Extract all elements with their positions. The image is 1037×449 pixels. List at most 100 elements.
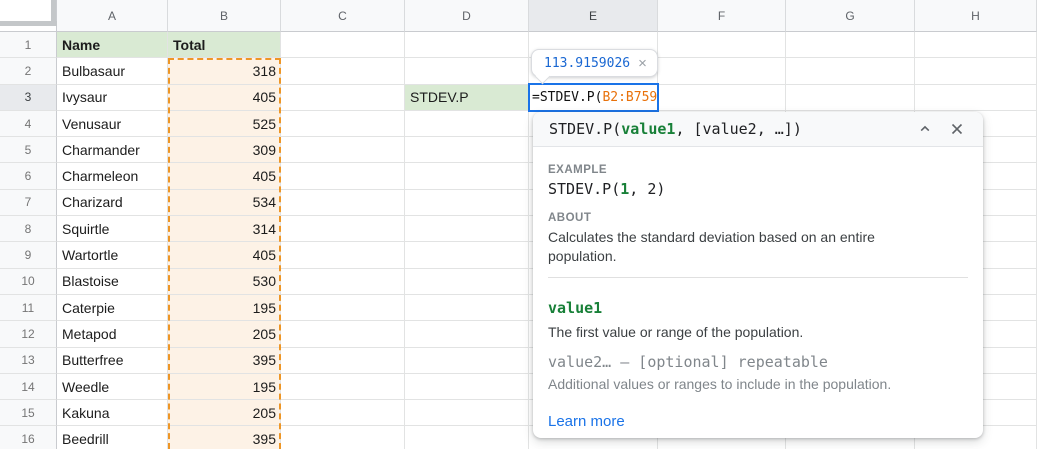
cell-D2[interactable] bbox=[405, 58, 529, 84]
cell-F3[interactable] bbox=[658, 85, 786, 111]
cell-G1[interactable] bbox=[786, 32, 915, 58]
cell-B10[interactable]: 530 bbox=[168, 269, 281, 295]
column-header-C[interactable]: C bbox=[281, 0, 405, 32]
cell-B15[interactable]: 205 bbox=[168, 400, 281, 426]
row-header-10[interactable]: 10 bbox=[0, 269, 57, 295]
cell-D14[interactable] bbox=[405, 374, 529, 400]
cell-A9[interactable]: Wartortle bbox=[57, 242, 168, 268]
cell-H2[interactable] bbox=[915, 58, 1037, 84]
select-all-corner[interactable] bbox=[0, 0, 57, 32]
cell-A16[interactable]: Beedrill bbox=[57, 426, 168, 449]
row-header-2[interactable]: 2 bbox=[0, 58, 57, 84]
cell-C14[interactable] bbox=[281, 374, 405, 400]
cell-G2[interactable] bbox=[786, 58, 915, 84]
cell-B14[interactable]: 195 bbox=[168, 374, 281, 400]
collapse-button[interactable] bbox=[913, 117, 937, 141]
cell-D7[interactable] bbox=[405, 190, 529, 216]
cell-B16[interactable]: 395 bbox=[168, 426, 281, 449]
cell-D11[interactable] bbox=[405, 295, 529, 321]
cell-A5[interactable]: Charmander bbox=[57, 137, 168, 163]
column-header-G[interactable]: G bbox=[786, 0, 915, 32]
cell-A6[interactable]: Charmeleon bbox=[57, 163, 168, 189]
cell-B13[interactable]: 395 bbox=[168, 348, 281, 374]
cell-F1[interactable] bbox=[658, 32, 786, 58]
cell-A12[interactable]: Metapod bbox=[57, 321, 168, 347]
cell-D4[interactable] bbox=[405, 111, 529, 137]
row-header-11[interactable]: 11 bbox=[0, 295, 57, 321]
cell-D9[interactable] bbox=[405, 242, 529, 268]
cell-C12[interactable] bbox=[281, 321, 405, 347]
cell-C8[interactable] bbox=[281, 216, 405, 242]
learn-more-link[interactable]: Learn more bbox=[548, 413, 625, 430]
cell-B6[interactable]: 405 bbox=[168, 163, 281, 189]
cell-A2[interactable]: Bulbasaur bbox=[57, 58, 168, 84]
row-header-12[interactable]: 12 bbox=[0, 321, 57, 347]
cell-B4[interactable]: 525 bbox=[168, 111, 281, 137]
row-header-15[interactable]: 15 bbox=[0, 400, 57, 426]
cell-B12[interactable]: 205 bbox=[168, 321, 281, 347]
row-header-1[interactable]: 1 bbox=[0, 32, 57, 58]
row-header-4[interactable]: 4 bbox=[0, 111, 57, 137]
row-header-16[interactable]: 16 bbox=[0, 426, 57, 449]
cell-A13[interactable]: Butterfree bbox=[57, 348, 168, 374]
cell-D13[interactable] bbox=[405, 348, 529, 374]
cell-C9[interactable] bbox=[281, 242, 405, 268]
row-header-13[interactable]: 13 bbox=[0, 348, 57, 374]
cell-G3[interactable] bbox=[786, 85, 915, 111]
cell-A14[interactable]: Weedle bbox=[57, 374, 168, 400]
cell-D3[interactable]: STDEV.P bbox=[405, 85, 529, 111]
row-header-7[interactable]: 7 bbox=[0, 190, 57, 216]
cell-C5[interactable] bbox=[281, 137, 405, 163]
column-header-E[interactable]: E bbox=[529, 0, 658, 32]
column-header-D[interactable]: D bbox=[405, 0, 529, 32]
cell-C16[interactable] bbox=[281, 426, 405, 449]
row-header-9[interactable]: 9 bbox=[0, 242, 57, 268]
cell-D16[interactable] bbox=[405, 426, 529, 449]
cell-B2[interactable]: 318 bbox=[168, 58, 281, 84]
cell-D5[interactable] bbox=[405, 137, 529, 163]
cell-H1[interactable] bbox=[915, 32, 1037, 58]
cell-D15[interactable] bbox=[405, 400, 529, 426]
column-header-B[interactable]: B bbox=[168, 0, 281, 32]
cell-A3[interactable]: Ivysaur bbox=[57, 85, 168, 111]
cell-A11[interactable]: Caterpie bbox=[57, 295, 168, 321]
cell-C3[interactable] bbox=[281, 85, 405, 111]
cell-D12[interactable] bbox=[405, 321, 529, 347]
cell-B9[interactable]: 405 bbox=[168, 242, 281, 268]
row-header-3[interactable]: 3 bbox=[0, 85, 57, 111]
cell-C4[interactable] bbox=[281, 111, 405, 137]
cell-C7[interactable] bbox=[281, 190, 405, 216]
cell-A10[interactable]: Blastoise bbox=[57, 269, 168, 295]
cell-B11[interactable]: 195 bbox=[168, 295, 281, 321]
cell-C15[interactable] bbox=[281, 400, 405, 426]
cell-D6[interactable] bbox=[405, 163, 529, 189]
cell-H3[interactable] bbox=[915, 85, 1037, 111]
cell-B7[interactable]: 534 bbox=[168, 190, 281, 216]
cell-C1[interactable] bbox=[281, 32, 405, 58]
cell-A1[interactable]: Name bbox=[57, 32, 168, 58]
cell-D8[interactable] bbox=[405, 216, 529, 242]
row-header-5[interactable]: 5 bbox=[0, 137, 57, 163]
cell-A7[interactable]: Charizard bbox=[57, 190, 168, 216]
cell-D10[interactable] bbox=[405, 269, 529, 295]
close-button[interactable] bbox=[945, 117, 969, 141]
cell-C10[interactable] bbox=[281, 269, 405, 295]
cell-C13[interactable] bbox=[281, 348, 405, 374]
cell-D1[interactable] bbox=[405, 32, 529, 58]
column-header-H[interactable]: H bbox=[915, 0, 1037, 32]
row-header-8[interactable]: 8 bbox=[0, 216, 57, 242]
cell-B8[interactable]: 314 bbox=[168, 216, 281, 242]
cell-A8[interactable]: Squirtle bbox=[57, 216, 168, 242]
cell-A15[interactable]: Kakuna bbox=[57, 400, 168, 426]
column-header-A[interactable]: A bbox=[57, 0, 168, 32]
cell-B1[interactable]: Total bbox=[168, 32, 281, 58]
active-cell-E3[interactable]: =STDEV.P(B2:B759 bbox=[528, 83, 659, 112]
cell-C11[interactable] bbox=[281, 295, 405, 321]
cell-B5[interactable]: 309 bbox=[168, 137, 281, 163]
column-header-F[interactable]: F bbox=[658, 0, 786, 32]
row-header-6[interactable]: 6 bbox=[0, 163, 57, 189]
cell-F2[interactable] bbox=[658, 58, 786, 84]
tooltip-close-icon[interactable]: × bbox=[638, 56, 647, 71]
cell-C2[interactable] bbox=[281, 58, 405, 84]
cell-B3[interactable]: 405 bbox=[168, 85, 281, 111]
